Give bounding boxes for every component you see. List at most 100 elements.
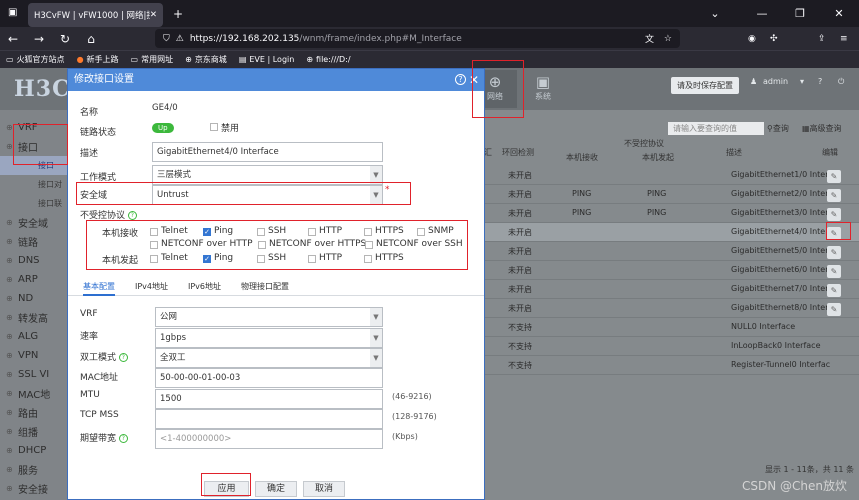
tab-physical[interactable]: 物理接口配置 [241,281,289,292]
advanced-search-button[interactable]: ▦高级查询 [802,123,842,134]
new-tab-icon[interactable]: + [173,7,183,21]
tcpmss-input[interactable] [155,409,383,429]
sidebar-item[interactable]: ⊕ DNS [0,251,68,270]
edit-icon[interactable]: ✎ [827,284,841,297]
edit-icon[interactable]: ✎ [827,246,841,259]
sidebar-item[interactable]: ⊕ 安全域 [0,213,68,232]
bookmark-item[interactable]: ▤ EVE | Login [239,55,295,64]
expand-icon[interactable]: ⊕ [6,218,13,227]
table-row[interactable]: 未开启 GigabitEthernet4/0 Interf ✎ [484,223,859,242]
bookmark-item[interactable]: ⊕ file:///D:/ [306,55,350,64]
chevron-down-icon[interactable]: ▾ [800,77,804,86]
bookmark-item[interactable]: ▭ 常用网址 [131,54,174,65]
sidebar-item[interactable]: ⊕ MAC地 [0,384,68,403]
browser-tab[interactable]: H3CvFW | vFW1000 | 网络|接口|新 ✕ [28,3,163,27]
edit-icon[interactable]: ✎ [827,208,841,221]
table-row[interactable]: 不支持 Register-Tunnel0 Interfac [484,356,859,375]
disable-checkbox[interactable] [210,123,218,131]
expand-icon[interactable]: ⊕ [6,294,13,303]
ok-button[interactable]: 确定 [255,481,297,497]
expand-icon[interactable]: ⊕ [6,484,13,493]
account-icon[interactable]: ◉ [748,34,756,44]
expand-icon[interactable]: ⊕ [6,446,13,455]
tab-overview-icon[interactable]: ▣ [8,7,17,18]
extensions-icon[interactable]: ✣ [770,34,778,44]
help-icon[interactable]: ? [127,211,137,220]
sidebar-item[interactable]: ⊕ 服务 [0,460,68,479]
table-row[interactable]: 未开启 GigabitEthernet1/0 Interf ✎ [484,166,859,185]
mac-input[interactable]: 50-00-00-01-00-03 [155,368,383,388]
sidebar-item[interactable]: 接口联 [0,194,68,213]
sidebar-item[interactable]: ⊕ ALG [0,327,68,346]
tab-basic[interactable]: 基本配置 [83,281,115,296]
speed-select[interactable]: 1gbps ▼ [155,328,383,348]
search-input[interactable]: 请输入要查询的值 [668,122,764,135]
cancel-button[interactable]: 取消 [303,481,345,497]
bookmark-star-icon[interactable]: ☆ [664,34,672,44]
nav-system[interactable]: ▣ 系统 [521,70,565,108]
table-row[interactable]: 未开启 PING PING GigabitEthernet3/0 Interf ✎ [484,204,859,223]
help-icon[interactable]: ? [118,353,128,362]
home-icon[interactable]: ⌂ [78,32,104,46]
sidebar-item[interactable]: ⊕ 组播 [0,422,68,441]
help-icon[interactable]: ? [455,74,466,85]
maximize-icon[interactable]: ❐ [780,0,820,27]
power-icon[interactable]: ⏻ [838,77,844,87]
vrf-select[interactable]: 公网 ▼ [155,307,383,327]
bookmark-item[interactable]: ▭ 火狐官方站点 [6,54,65,65]
close-tab-icon[interactable]: ✕ [150,10,157,20]
question-icon[interactable]: ? [818,77,822,86]
bandwidth-input[interactable]: <1-400000000> [155,429,383,449]
table-row[interactable]: 未开启 GigabitEthernet7/0 Interf ✎ [484,280,859,299]
table-row[interactable]: 未开启 GigabitEthernet6/0 Interf ✎ [484,261,859,280]
sidebar-item[interactable]: ⊕ 路由 [0,403,68,422]
expand-icon[interactable]: ⊕ [6,389,13,398]
sidebar-item[interactable]: ⊕ VPN [0,346,68,365]
desc-input[interactable]: GigabitEthernet4/0 Interface [152,142,383,162]
help-icon[interactable]: ? [118,434,128,443]
url-bar[interactable]: ⛉ ⚠ https://192.168.202.135/wnm/frame/in… [155,29,680,48]
tab-list-icon[interactable]: ⌄ [695,0,735,27]
edit-icon[interactable]: ✎ [827,303,841,316]
edit-icon[interactable]: ✎ [827,189,841,202]
expand-icon[interactable]: ⊕ [6,313,13,322]
sidebar-item[interactable]: ⊕ ND [0,289,68,308]
expand-icon[interactable]: ⊕ [6,351,13,360]
table-row[interactable]: 未开启 GigabitEthernet5/0 Interf ✎ [484,242,859,261]
table-row[interactable]: 不支持 InLoopBack0 Interface [484,337,859,356]
bookmark-item[interactable]: ⊕ 京东商城 [185,54,227,65]
expand-icon[interactable]: ⊕ [6,465,13,474]
share-icon[interactable]: ⇪ [818,34,826,44]
table-row[interactable]: 未开启 GigabitEthernet8/0 Interf ✎ [484,299,859,318]
expand-icon[interactable]: ⊕ [6,332,13,341]
expand-icon[interactable]: ⊕ [6,370,13,379]
sidebar-item[interactable]: ⊕ ARP [0,270,68,289]
translate-icon[interactable]: 文 [645,32,654,45]
expand-icon[interactable]: ⊕ [6,256,13,265]
edit-icon[interactable]: ✎ [827,265,841,278]
mtu-input[interactable]: 1500 [155,389,383,409]
query-button[interactable]: ⚲查询 [767,123,789,134]
expand-icon[interactable]: ⊕ [6,408,13,417]
sidebar-item[interactable]: ⊕ SSL VI [0,365,68,384]
sidebar-item[interactable]: ⊕ 安全接 [0,479,68,498]
expand-icon[interactable]: ⊕ [6,123,13,132]
tab-ipv6[interactable]: IPv6地址 [188,281,221,292]
menu-icon[interactable]: ≡ [840,34,848,44]
back-icon[interactable]: ← [0,32,26,46]
minimize-icon[interactable]: — [742,0,782,27]
bookmark-item[interactable]: ● 新手上路 [77,54,119,65]
sidebar-item[interactable]: ⊕ DHCP [0,441,68,460]
tab-ipv4[interactable]: IPv4地址 [135,281,168,292]
expand-icon[interactable]: ⊕ [6,237,13,246]
close-window-icon[interactable]: ✕ [819,0,859,27]
table-row[interactable]: 未开启 PING PING GigabitEthernet2/0 Interf ✎ [484,185,859,204]
reload-icon[interactable]: ↻ [52,32,78,46]
expand-icon[interactable]: ⊕ [6,275,13,284]
table-row[interactable]: 不支持 NULL0 Interface [484,318,859,337]
expand-icon[interactable]: ⊕ [6,142,13,151]
forward-icon[interactable]: → [26,32,52,46]
edit-icon[interactable]: ✎ [827,170,841,183]
expand-icon[interactable]: ⊕ [6,427,13,436]
sidebar-item[interactable]: 接口对 [0,175,68,194]
